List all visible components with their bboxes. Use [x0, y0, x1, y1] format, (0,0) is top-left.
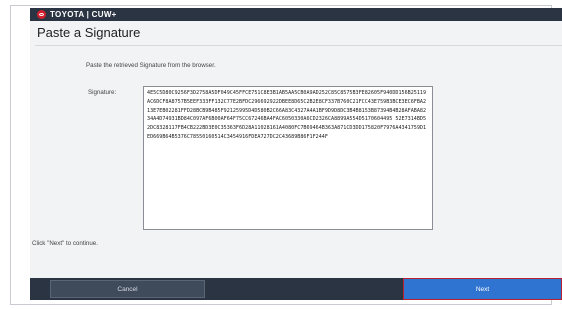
page-title: Paste a Signature	[37, 25, 141, 40]
continue-hint: Click "Next" to continue.	[32, 240, 98, 247]
next-button[interactable]: Next	[403, 278, 562, 300]
brand-text: TOYOTA | CUW+	[50, 10, 117, 19]
page-heading: Paste a Signature	[35, 23, 562, 46]
signature-label: Signature:	[88, 89, 117, 96]
title-bar: TOYOTA | CUW+	[30, 8, 562, 21]
brand: TOYOTA | CUW+	[37, 9, 117, 20]
instruction-text: Paste the retrieved Signature from the b…	[86, 62, 216, 69]
app-window: TOYOTA | CUW+ Paste a Signature Paste th…	[30, 8, 562, 300]
cancel-button[interactable]: Cancel	[50, 280, 205, 298]
toyota-logo-icon	[37, 10, 46, 19]
signature-textarea[interactable]: 4E5C5D80C9256F3D2758A5DF049C45FFCE751C8E…	[143, 86, 433, 230]
